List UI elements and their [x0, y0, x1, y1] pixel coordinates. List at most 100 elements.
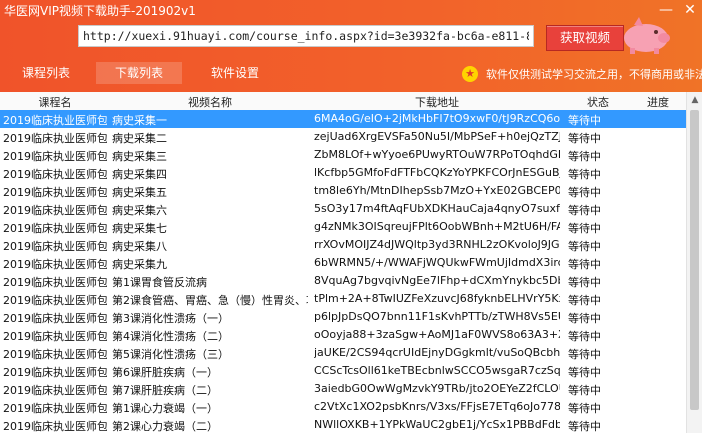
scroll-up-icon[interactable]: ▲: [687, 92, 702, 108]
cell-status: 等待中: [568, 366, 601, 379]
cell-video: 病史采集一: [112, 114, 167, 127]
title-bar: 华医网VIP视频下载助手-201902v1 — ✕ 获取视频 课程列表 下载列表…: [0, 0, 702, 92]
cell-course: 2019临床执业医师包...: [3, 132, 107, 145]
cell-url: tm8le6Yh/MtnDIhepSsb7MzO+YxE02GBCEP0anD4…: [314, 184, 560, 197]
cell-course: 2019临床执业医师包...: [3, 402, 107, 415]
table-row[interactable]: 2019临床执业医师包... 病史采集四 lKcfbp5GMfoFdFTFbCQKz…: [0, 164, 686, 182]
table-row[interactable]: 2019临床执业医师包... 病史采集三 ZbM8LOf+wYyoe6PUwyRTO…: [0, 146, 686, 164]
header-video[interactable]: 视频名称: [112, 94, 308, 110]
cell-video: 第2课心力衰竭（二）: [112, 420, 218, 433]
cell-status: 等待中: [568, 150, 601, 163]
cell-course: 2019临床执业医师包...: [3, 366, 107, 379]
cell-video: 病史采集四: [112, 168, 167, 181]
cell-status: 等待中: [568, 204, 601, 217]
close-button[interactable]: ✕: [680, 0, 700, 20]
table-row[interactable]: 2019临床执业医师包... 病史采集二 zejUad6XrgEVSFa50Nu5I…: [0, 128, 686, 146]
table-row[interactable]: 2019临床执业医师包... 病史采集一 6MA4oG/eIO+2jMkHbFI7t…: [0, 110, 686, 128]
cell-url: 3aiedbG0OwWgMzvkY9TRb/jto2OEYeZ2fCLOUy5O…: [314, 382, 560, 395]
table-row[interactable]: 2019临床执业医师包... 第1课胃食管反流病 8VquAg7bgvqivNgEe…: [0, 272, 686, 290]
get-video-button[interactable]: 获取视频: [546, 25, 624, 51]
scrollbar-thumb[interactable]: [690, 110, 699, 410]
cell-url: lKcfbp5GMfoFdFTFbCQKzYoYPKFCOrJnESGuBj7+…: [314, 166, 560, 179]
cell-video: 第5课消化性溃疡（三）: [112, 348, 229, 361]
cell-course: 2019临床执业医师包...: [3, 186, 107, 199]
cell-video: 病史采集七: [112, 222, 167, 235]
cell-video: 第3课消化性溃疡（一）: [112, 312, 229, 325]
table-row[interactable]: 2019临床执业医师包... 病史采集七 g4zNMk3OISqreujFPlt6O…: [0, 218, 686, 236]
cell-status: 等待中: [568, 240, 601, 253]
cell-video: 第1课心力衰竭（一）: [112, 402, 218, 415]
cell-video: 第1课胃食管反流病: [112, 276, 207, 289]
cell-video: 病史采集二: [112, 132, 167, 145]
window-title: 华医网VIP视频下载助手-201902v1: [4, 4, 196, 18]
cell-course: 2019临床执业医师包...: [3, 240, 107, 253]
table-row[interactable]: 2019临床执业医师包... 第2课食管癌、胃癌、急（慢）性胃炎、功... tPlm…: [0, 290, 686, 308]
cell-url: rrXOvMOIJZ4dJWQltp3yd3RNHL2zOKvoloJ9JG1b…: [314, 238, 560, 251]
vertical-scrollbar[interactable]: ▲: [686, 92, 702, 433]
cell-status: 等待中: [568, 330, 601, 343]
cell-course: 2019临床执业医师包...: [3, 258, 107, 271]
cell-status: 等待中: [568, 132, 601, 145]
table-row[interactable]: 2019临床执业医师包... 第5课消化性溃疡（三） jaUKE/2CS94qcrU…: [0, 344, 686, 362]
cell-course: 2019临床执业医师包...: [3, 384, 107, 397]
cell-video: 病史采集九: [112, 258, 167, 271]
cell-url: oOoyja88+3zaSgw+AoMJ1aF0WVS8o63A3+X1g50i…: [314, 328, 560, 341]
cell-course: 2019临床执业医师包...: [3, 330, 107, 343]
cell-course: 2019临床执业医师包...: [3, 312, 107, 325]
cell-course: 2019临床执业医师包...: [3, 348, 107, 361]
table-row[interactable]: 2019临床执业医师包... 第4课消化性溃疡（二） oOoyja88+3zaSgw…: [0, 326, 686, 344]
download-list-table: 2019临床执业医师包... 病史采集一 6MA4oG/eIO+2jMkHbFI7t…: [0, 110, 686, 434]
table-row[interactable]: 2019临床执业医师包... 病史采集六 5sO3y17m4ftAqFUbXDKHa…: [0, 200, 686, 218]
header-status[interactable]: 状态: [568, 94, 628, 110]
cell-status: 等待中: [568, 420, 601, 433]
cell-url: p6lpJpDsQO7bnn11F1sKvhPTTb/zTWH8Vs5EUu/B…: [314, 310, 560, 323]
cell-url: 6bWRMN5/+/WWAFjWQUkwFWmUjIdmdX3ircAIU...: [314, 256, 560, 269]
cell-url: NWllOXKB+1YPkWaUC2gbE1j/YcSx1PBBdFdbUSlz…: [314, 418, 560, 431]
cell-status: 等待中: [568, 402, 601, 415]
table-row[interactable]: 2019临床执业医师包... 第2课心力衰竭（二） NWllOXKB+1YPkWaU…: [0, 416, 686, 434]
cell-course: 2019临床执业医师包...: [3, 276, 107, 289]
cell-course: 2019临床执业医师包...: [3, 150, 107, 163]
cell-video: 病史采集三: [112, 150, 167, 163]
cell-url: zejUad6XrgEVSFa50Nu5I/MbPSeF+h0ejQzTZJ5N…: [314, 130, 560, 143]
table-header: 课程名 视频名称 下载地址 状态 进度: [0, 92, 690, 111]
cell-course: 2019临床执业医师包...: [3, 114, 107, 127]
header-url[interactable]: 下载地址: [314, 94, 560, 110]
tab-course-list[interactable]: 课程列表: [6, 62, 86, 84]
table-row[interactable]: 2019临床执业医师包... 第1课心力衰竭（一） c2VtXc1XO2psbKnr…: [0, 398, 686, 416]
table-row[interactable]: 2019临床执业医师包... 病史采集八 rrXOvMOIJZ4dJWQltp3yd…: [0, 236, 686, 254]
cell-course: 2019临床执业医师包...: [3, 222, 107, 235]
cell-course: 2019临床执业医师包...: [3, 420, 107, 433]
cell-video: 病史采集六: [112, 204, 167, 217]
table-row[interactable]: 2019临床执业医师包... 第3课消化性溃疡（一） p6lpJpDsQO7bnn1…: [0, 308, 686, 326]
cell-status: 等待中: [568, 168, 601, 181]
cell-status: 等待中: [568, 294, 601, 307]
cell-video: 病史采集八: [112, 240, 167, 253]
cell-status: 等待中: [568, 222, 601, 235]
cell-url: jaUKE/2CS94qcrUIdEjnyDGgkmlt/vuSoQBcbhS1…: [314, 346, 560, 359]
cell-video: 第2课食管癌、胃癌、急（慢）性胃炎、功...: [112, 294, 308, 307]
cell-url: tPlm+2A+8TwIUZFeXzuvcJ68fyknbELHVrY5KxPu…: [314, 292, 560, 305]
course-url-input[interactable]: [78, 25, 534, 47]
cell-course: 2019临床执业医师包...: [3, 204, 107, 217]
cell-status: 等待中: [568, 312, 601, 325]
cell-video: 第4课消化性溃疡（二）: [112, 330, 229, 343]
header-course[interactable]: 课程名: [3, 94, 107, 110]
cell-url: 6MA4oG/eIO+2jMkHbFI7tO9xwF0/tJ9RzCQ6ooeA…: [314, 112, 560, 125]
tab-software-settings[interactable]: 软件设置: [192, 62, 278, 84]
table-row[interactable]: 2019临床执业医师包... 病史采集九 6bWRMN5/+/WWAFjWQUkwF…: [0, 254, 686, 272]
cell-status: 等待中: [568, 258, 601, 271]
cell-url: 8VquAg7bgvqivNgEe7lFhp+dCXmYnykbc5DbVryG…: [314, 274, 560, 287]
table-row[interactable]: 2019临床执业医师包... 第6课肝脏疾病（一） CCScTcsOll61keTB…: [0, 362, 686, 380]
cell-video: 第7课肝脏疾病（二）: [112, 384, 218, 397]
disclaimer-notice: ★ 软件仅供测试学习交流之用，不得商用或非法用途: [462, 65, 702, 85]
header-progress[interactable]: 进度: [630, 94, 686, 110]
cell-status: 等待中: [568, 384, 601, 397]
tab-download-list[interactable]: 下载列表: [96, 62, 182, 84]
cell-url: 5sO3y17m4ftAqFUbXDKHauCaja4qnyO7suxfWxGT…: [314, 202, 560, 215]
cell-status: 等待中: [568, 348, 601, 361]
cell-url: ZbM8LOf+wYyoe6PUwyRTOuW7RPoTOqhdGP1278..…: [314, 148, 560, 161]
table-row[interactable]: 2019临床执业医师包... 第7课肝脏疾病（二） 3aiedbG0OwWgMzvk…: [0, 380, 686, 398]
table-row[interactable]: 2019临床执业医师包... 病史采集五 tm8le6Yh/MtnDIhepSsb7…: [0, 182, 686, 200]
cell-url: CCScTcsOll61keTBEcbnlwSCCO5wsgaR7czSqogG…: [314, 364, 560, 377]
